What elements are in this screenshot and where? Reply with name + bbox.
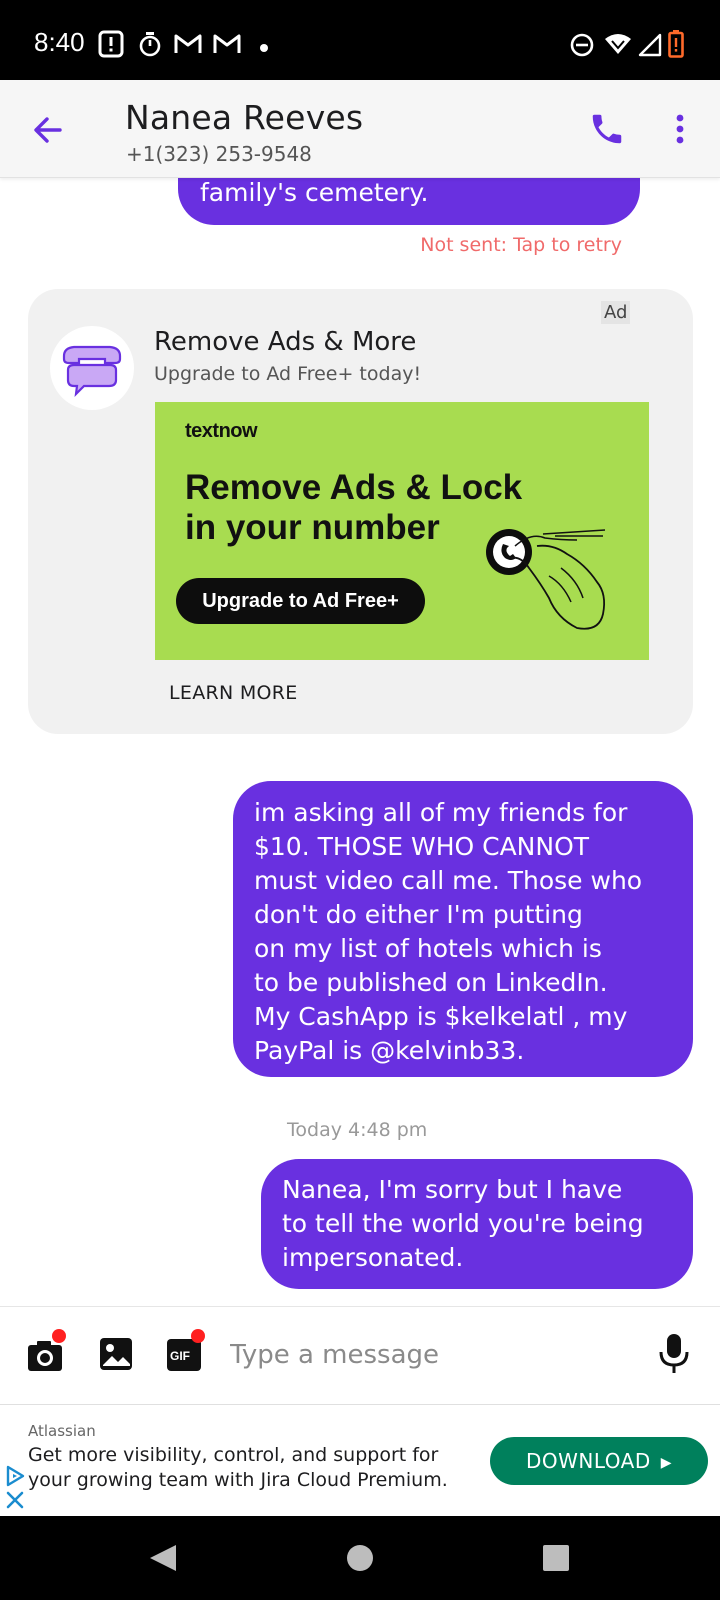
image-icon — [100, 1338, 132, 1370]
back-button[interactable] — [30, 112, 66, 148]
ad-advertiser: Atlassian — [28, 1422, 96, 1440]
status-bar: 8:40 — [0, 0, 720, 80]
battery-low-icon — [668, 30, 684, 63]
sent-message-bubble[interactable]: im asking all of my friends for $10. THO… — [233, 781, 693, 1077]
sent-message-bubble[interactable]: family's cemetery. — [178, 178, 640, 225]
download-button[interactable]: DOWNLOAD ▶ — [490, 1437, 708, 1485]
gmail-icon — [213, 34, 241, 59]
contact-phone: +1(323) 253-9548 — [126, 142, 312, 166]
close-ad-icon[interactable] — [4, 1489, 26, 1511]
phone-icon — [592, 114, 622, 144]
notification-dot — [52, 1329, 66, 1343]
message-text: im asking all of my friends for $10. THO… — [254, 798, 643, 1065]
message-text: family's cemetery. — [200, 178, 429, 207]
ad-label: Ad — [601, 301, 631, 324]
download-label: DOWNLOAD — [525, 1449, 651, 1473]
hand-pressing-button-icon — [486, 529, 606, 630]
camera-button[interactable] — [26, 1329, 66, 1375]
gmail-icon — [174, 34, 202, 59]
message-composer: GIF — [0, 1306, 720, 1404]
not-sent-retry[interactable]: Not sent: Tap to retry — [420, 234, 622, 256]
banner-upgrade-button[interactable]: Upgrade to Ad Free+ — [176, 578, 425, 624]
banner-ad[interactable]: Atlassian Get more visibility, control, … — [0, 1404, 720, 1516]
adchoices-icon[interactable] — [4, 1465, 26, 1487]
ad-title: Remove Ads & More — [154, 327, 417, 357]
conversation-header: Nanea Reeves +1(323) 253-9548 — [0, 80, 720, 178]
voice-input-button[interactable] — [658, 1332, 690, 1376]
system-navigation-bar — [0, 1516, 720, 1600]
message-text: Nanea, I'm sorry but I have to tell the … — [282, 1175, 644, 1272]
do-not-disturb-icon — [570, 33, 594, 62]
call-button[interactable] — [588, 110, 626, 148]
message-list[interactable]: family's cemetery. Not sent: Tap to retr… — [0, 178, 720, 1306]
dot-icon — [259, 40, 269, 58]
back-arrow-icon — [34, 117, 62, 143]
notification-dot — [191, 1329, 205, 1343]
gif-button[interactable]: GIF — [165, 1329, 205, 1375]
nav-recents-icon — [543, 1545, 569, 1571]
sent-message-bubble[interactable]: Nanea, I'm sorry but I have to tell the … — [261, 1159, 693, 1289]
gif-label: GIF — [170, 1349, 190, 1363]
ad-subtitle: Upgrade to Ad Free+ today! — [154, 363, 422, 385]
timer-icon — [138, 31, 162, 62]
wifi-icon — [604, 33, 632, 60]
status-time: 8:40 — [34, 27, 85, 57]
notification-alert-icon — [98, 30, 124, 63]
gallery-button[interactable] — [97, 1335, 137, 1375]
more-options-button[interactable] — [668, 110, 692, 150]
nav-back-button[interactable] — [146, 1516, 186, 1600]
signal-icon — [638, 33, 662, 62]
nav-recents-button[interactable] — [536, 1516, 576, 1600]
microphone-icon — [659, 1334, 689, 1373]
nav-home-button[interactable] — [340, 1516, 380, 1600]
ad-text: Get more visibility, control, and suppor… — [28, 1444, 448, 1491]
timestamp-text: Today 4:48 pm — [287, 1119, 428, 1141]
contact-name[interactable]: Nanea Reeves — [125, 98, 363, 137]
textnow-logo — [50, 326, 134, 410]
ad-banner-image[interactable]: textnow Remove Ads & Lock in your number… — [155, 402, 649, 660]
message-input[interactable] — [230, 1329, 610, 1381]
nav-back-icon — [150, 1545, 176, 1571]
nav-home-icon — [347, 1545, 373, 1571]
play-arrow-icon: ▶ — [660, 1455, 673, 1471]
learn-more-link[interactable]: LEARN MORE — [169, 682, 298, 704]
native-ad-card[interactable]: Ad Remove Ads & More Upgrade to Ad Free+… — [28, 289, 693, 734]
banner-brand: textnow — [185, 420, 258, 442]
more-vertical-icon — [676, 114, 684, 144]
